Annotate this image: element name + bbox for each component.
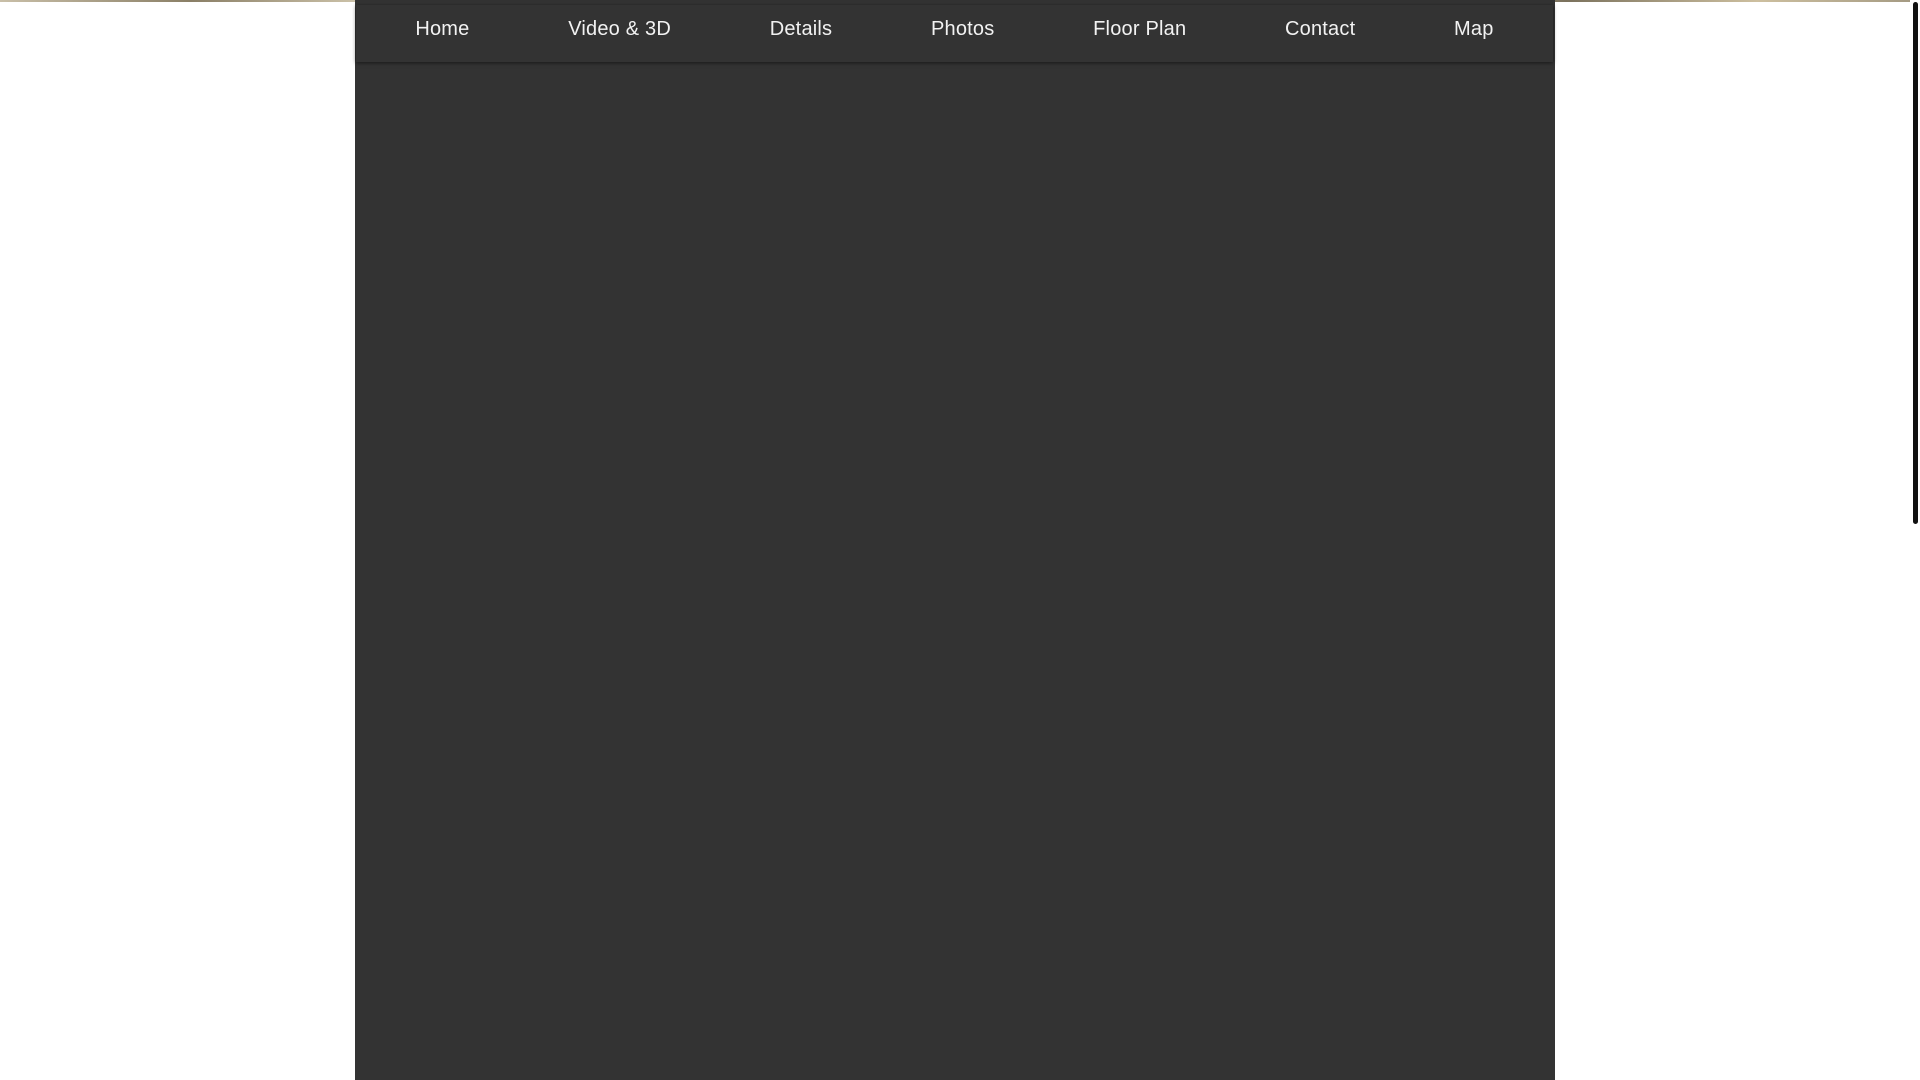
nav-item-photos[interactable]: Photos (927, 12, 998, 47)
nav-item-video-3d[interactable]: Video & 3D (564, 12, 675, 47)
main-content-panel (355, 0, 1555, 1080)
nav-item-contact[interactable]: Contact (1281, 12, 1359, 47)
vertical-scrollbar[interactable] (1910, 0, 1920, 1080)
nav-item-details[interactable]: Details (766, 12, 837, 47)
nav-item-map[interactable]: Map (1450, 12, 1498, 47)
nav-item-home[interactable]: Home (411, 12, 473, 47)
nav-item-floor-plan[interactable]: Floor Plan (1089, 12, 1190, 47)
scrollbar-thumb[interactable] (1913, 2, 1918, 524)
main-navigation: Home Video & 3D Details Photos Floor Pla… (356, 5, 1553, 62)
